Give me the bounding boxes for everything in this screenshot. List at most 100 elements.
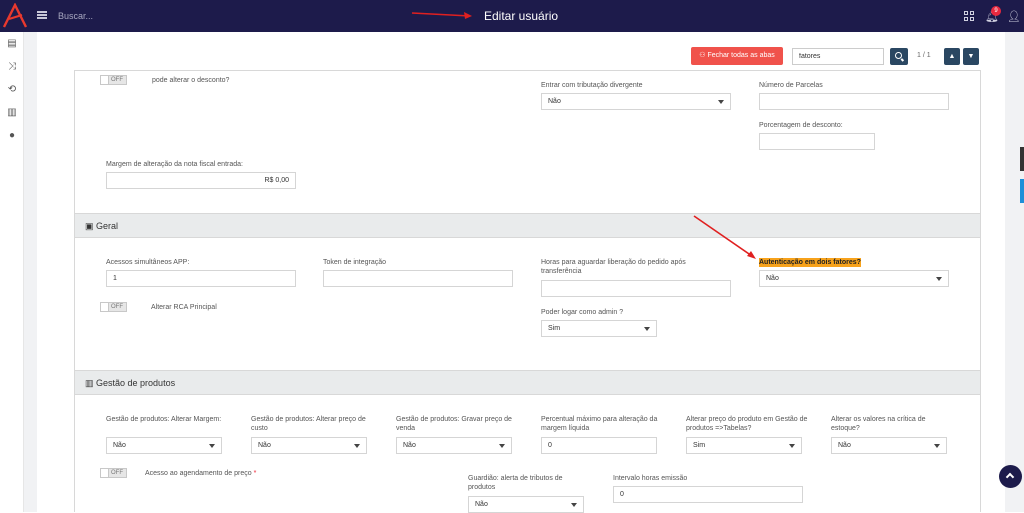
chevron-up-icon xyxy=(1005,472,1015,482)
stock-select[interactable]: Não xyxy=(831,437,947,454)
close-tabs-label: Fechar todas as abas xyxy=(707,52,775,59)
pct-label: Percentual máximo para alteração da marg… xyxy=(541,416,658,432)
required-mark: * xyxy=(253,470,257,477)
page-title: Editar usuário xyxy=(484,9,559,23)
sidebar-shuffle-icon[interactable]: ⤨ xyxy=(6,61,18,73)
interval-label: Intervalo horas emissão xyxy=(613,475,688,482)
caret-down-icon xyxy=(571,503,577,507)
schedule-label: Acesso ao agendamento de preço * xyxy=(145,469,256,478)
tables-value: Sim xyxy=(693,442,706,449)
admin-label: Poder logar como admin ? xyxy=(541,309,624,316)
caret-down-icon xyxy=(789,444,795,448)
admin-value: Sim xyxy=(548,325,561,332)
caret-down-icon xyxy=(936,277,942,281)
admin-select[interactable]: Sim xyxy=(541,320,657,337)
tax-value: Não xyxy=(548,98,561,105)
caret-down-icon xyxy=(209,444,215,448)
caret-down-icon xyxy=(354,444,360,448)
chevron-down-icon: ▼ xyxy=(967,53,975,60)
pct-input[interactable]: 0 xyxy=(541,437,657,454)
match-count: 1 / 1 xyxy=(917,52,931,59)
twofa-label: Autenticação em dois fatores? xyxy=(759,258,861,267)
sale-value: Não xyxy=(403,442,416,449)
invoice-margin-input[interactable]: R$ 0,00 xyxy=(106,172,296,189)
sale-label: Gestão de produtos: Gravar preço de vend… xyxy=(396,416,512,432)
guardian-label: Guardião: alerta de tributos de produtos xyxy=(468,475,563,491)
sidebar: ▤ ⤨ ⟲ ▥ ● xyxy=(0,32,24,512)
cost-label: Gestão de produtos: Alterar preço de cus… xyxy=(251,416,366,432)
annotation-arrow-icon-2 xyxy=(693,215,756,259)
interval-value: 0 xyxy=(620,491,624,498)
image-icon: ▣ xyxy=(85,221,97,231)
caret-down-icon xyxy=(718,100,724,104)
side-tab-dark[interactable] xyxy=(1020,147,1024,171)
stock-value: Não xyxy=(838,442,851,449)
cost-select[interactable]: Não xyxy=(251,437,367,454)
sidebar-basket-icon[interactable]: ▥ xyxy=(6,107,18,119)
find-search-button[interactable] xyxy=(890,48,908,65)
tables-label: Alterar preço do produto em Gestão de pr… xyxy=(686,416,808,432)
app-access-label: Acessos simultâneos APP: xyxy=(106,259,190,266)
caret-down-icon xyxy=(644,327,650,331)
toggle-state: OFF xyxy=(111,470,123,476)
basket-icon: ▥ xyxy=(85,378,97,388)
cost-value: Não xyxy=(258,442,271,449)
notification-badge: 9 xyxy=(991,6,1001,16)
interval-input[interactable]: 0 xyxy=(613,486,803,503)
close-all-tabs-button[interactable]: ⚇ Fechar todas as abas xyxy=(691,47,783,65)
sale-select[interactable]: Não xyxy=(396,437,512,454)
guardian-value: Não xyxy=(475,501,488,508)
hours-label: Horas para aguardar liberação do pedido … xyxy=(541,259,686,275)
discount-label: pode alterar o desconto? xyxy=(152,77,230,84)
twofa-value: Não xyxy=(766,275,779,282)
user-profile-icon[interactable]: 👤︎ xyxy=(1007,10,1021,23)
margin-label: Gestão de produtos: Alterar Margem: xyxy=(106,416,222,423)
chevron-up-icon: ▲ xyxy=(948,53,956,60)
sidebar-retweet-icon[interactable]: ⟲ xyxy=(6,84,18,96)
installments-input[interactable] xyxy=(759,93,949,110)
hours-input[interactable] xyxy=(541,280,731,297)
global-search-input[interactable] xyxy=(58,7,258,25)
section-produtos-header[interactable]: ▥ Gestão de produtos xyxy=(75,370,980,395)
guardian-select[interactable]: Não xyxy=(468,496,584,513)
section-geral-title: Geral xyxy=(96,221,119,231)
app-access-value: 1 xyxy=(113,275,117,282)
margin-value: Não xyxy=(113,442,126,449)
apps-grid-icon[interactable] xyxy=(964,11,974,21)
section-produtos-title: Gestão de produtos xyxy=(96,378,176,388)
sidebar-user-icon[interactable]: ● xyxy=(6,130,18,142)
tax-select[interactable]: Não xyxy=(541,93,731,110)
installments-label: Número de Parcelas xyxy=(759,82,823,89)
search-icon xyxy=(895,52,902,59)
side-tab-blue[interactable] xyxy=(1020,179,1024,203)
invoice-margin-value: R$ 0,00 xyxy=(264,177,289,184)
token-label: Token de integração xyxy=(323,259,387,266)
section-geral-header[interactable]: ▣ Geral xyxy=(75,213,980,238)
scroll-to-top-button[interactable] xyxy=(999,465,1022,488)
caret-down-icon xyxy=(499,444,505,448)
invoice-margin-label: Margem de alteração da nota fiscal entra… xyxy=(106,161,243,168)
pct-value: 0 xyxy=(548,442,552,449)
margin-select[interactable]: Não xyxy=(106,437,222,454)
twofa-select[interactable]: Não xyxy=(759,270,949,287)
discount-toggle[interactable]: OFF xyxy=(100,75,127,85)
hamburger-menu-icon[interactable] xyxy=(37,11,47,19)
schedule-toggle[interactable]: OFF xyxy=(100,468,127,478)
rca-label: Alterar RCA Principal xyxy=(151,304,217,311)
app-logo[interactable] xyxy=(2,3,28,29)
next-match-button[interactable]: ▼ xyxy=(963,48,979,65)
schedule-label-text: Acesso ao agendamento de preço xyxy=(145,470,252,477)
caret-down-icon xyxy=(934,444,940,448)
token-input[interactable] xyxy=(323,270,513,287)
app-access-input[interactable]: 1 xyxy=(106,270,296,287)
rca-toggle[interactable]: OFF xyxy=(100,302,127,312)
previous-match-button[interactable]: ▲ xyxy=(944,48,960,65)
annotation-arrow-icon xyxy=(411,12,472,19)
stock-label: Alterar os valores na crítica de estoque… xyxy=(831,416,926,432)
top-bar: Editar usuário 🔔︎ 9 👤︎ xyxy=(0,0,1024,32)
find-input[interactable] xyxy=(792,48,884,65)
discount-pct-input[interactable] xyxy=(759,133,875,150)
tables-select[interactable]: Sim xyxy=(686,437,802,454)
sidebar-calendar-icon[interactable]: ▤ xyxy=(6,38,18,50)
toggle-state: OFF xyxy=(111,77,123,83)
